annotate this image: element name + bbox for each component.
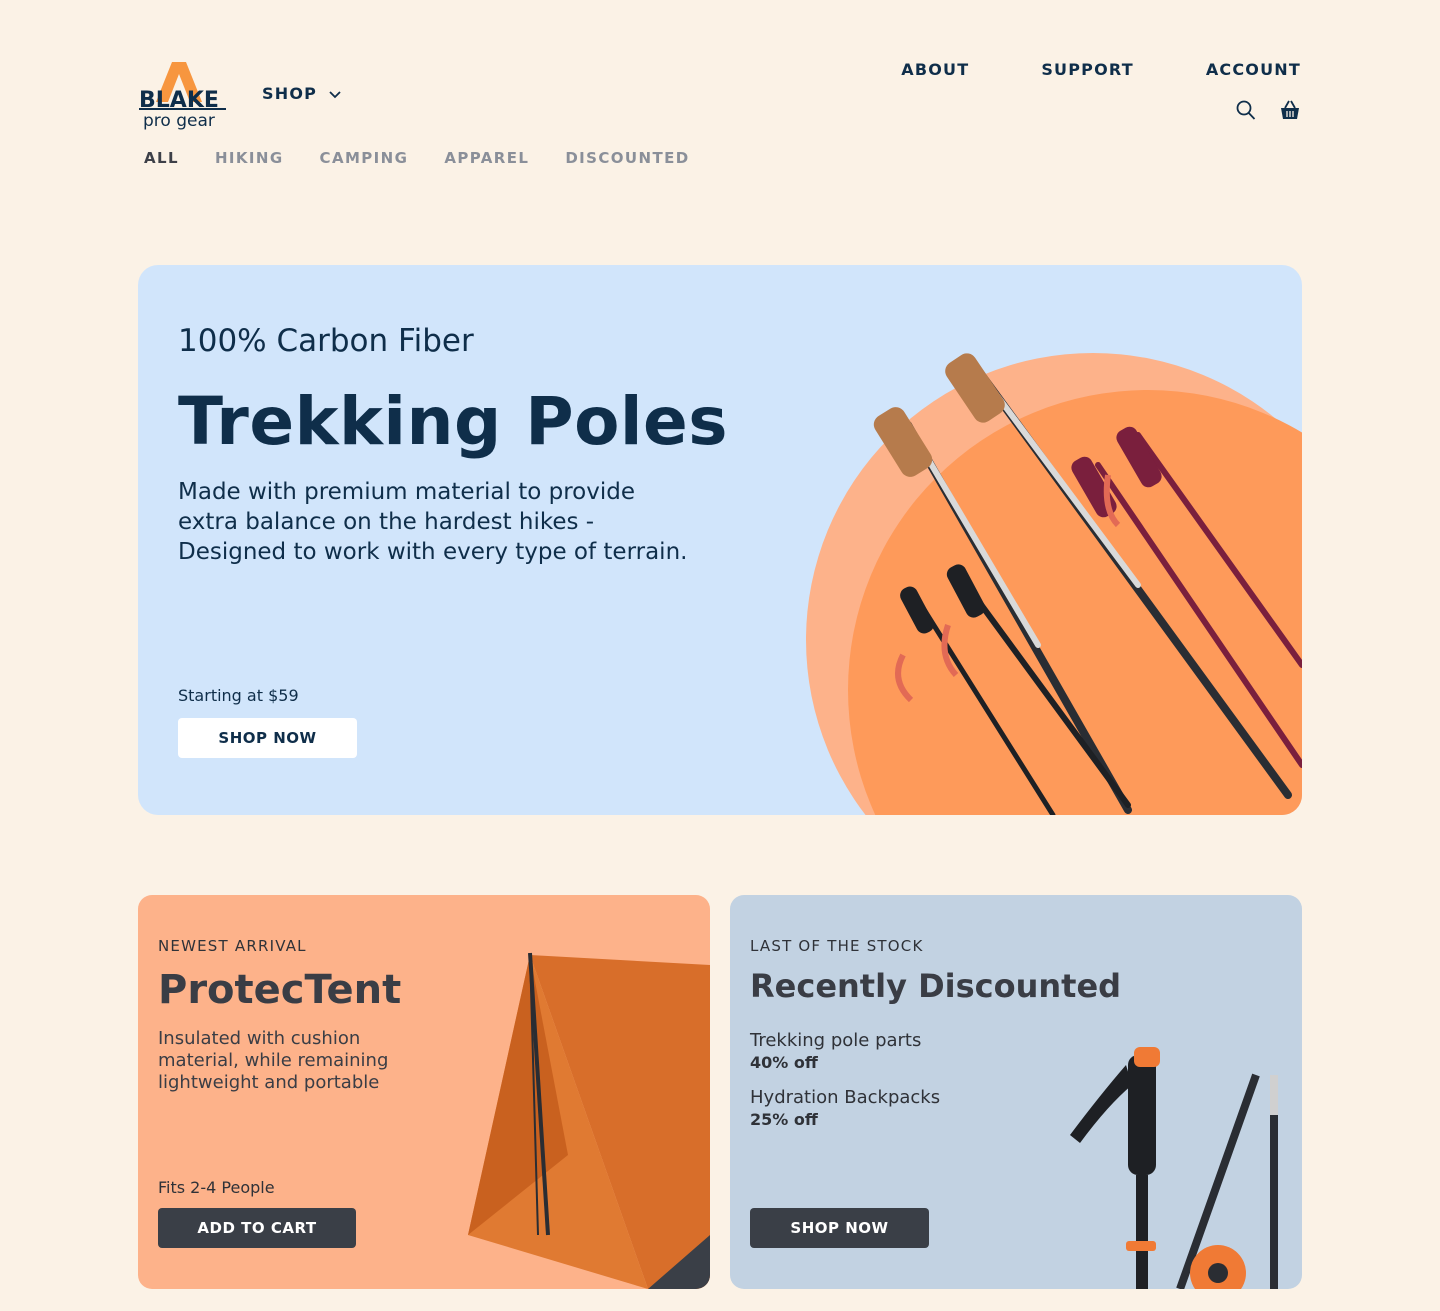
product-description: Insulated with cushion material, while r…	[158, 1028, 389, 1093]
deal-item[interactable]: Trekking pole parts 40% off	[750, 1030, 921, 1072]
brand-logo[interactable]: BLAKE pro gear	[138, 60, 230, 132]
capacity-note: Fits 2-4 People	[158, 1178, 275, 1197]
shop-label: SHOP	[262, 84, 318, 103]
hero-shop-now-button[interactable]: SHOP NOW	[178, 718, 357, 758]
hero-description: Made with premium material to provide ex…	[178, 479, 688, 565]
product-title: ProtecTent	[158, 967, 402, 1013]
deal-name: Hydration Backpacks	[750, 1087, 941, 1108]
deal-item[interactable]: Hydration Backpacks 25% off	[750, 1087, 940, 1129]
pole-parts-image	[1070, 1047, 1278, 1289]
tent-image	[468, 952, 710, 1289]
deal-discount: 40% off	[750, 1053, 818, 1072]
nav-about[interactable]: ABOUT	[901, 60, 969, 79]
hero-title: Trekking Poles	[178, 383, 729, 460]
header-icons	[1236, 99, 1300, 121]
category-hiking[interactable]: HIKING	[215, 149, 284, 167]
category-navigation: ALL HIKING CAMPING APPAREL DISCOUNTED	[144, 149, 690, 167]
chevron-down-icon	[329, 84, 341, 103]
newest-arrival-card: NEWEST ARRIVAL ProtecTent Insulated with…	[138, 895, 710, 1289]
brand-tagline: pro gear	[143, 111, 215, 131]
hero-price-note: Starting at $59	[178, 686, 299, 705]
category-all[interactable]: ALL	[144, 149, 179, 167]
recently-discounted-card: LAST OF THE STOCK Recently Discounted Tr…	[730, 895, 1302, 1289]
deal-discount: 25% off	[750, 1110, 818, 1129]
top-navigation: ABOUT SUPPORT ACCOUNT	[901, 60, 1301, 79]
discount-shop-now-button[interactable]: SHOP NOW	[750, 1208, 929, 1248]
nav-account[interactable]: ACCOUNT	[1206, 60, 1301, 79]
hero-banner: 100% Carbon Fiber Trekking Poles Made wi…	[138, 265, 1302, 815]
shop-dropdown[interactable]: SHOP	[262, 84, 341, 103]
section-title: Recently Discounted	[750, 967, 1122, 1005]
cart-basket-icon[interactable]	[1280, 99, 1300, 121]
card-kicker: NEWEST ARRIVAL	[158, 937, 307, 955]
search-icon[interactable]	[1236, 99, 1256, 121]
deal-name: Trekking pole parts	[750, 1030, 922, 1051]
category-camping[interactable]: CAMPING	[320, 149, 409, 167]
nav-support[interactable]: SUPPORT	[1041, 60, 1134, 79]
card-kicker: LAST OF THE STOCK	[750, 937, 924, 955]
add-to-cart-button[interactable]: ADD TO CART	[158, 1208, 356, 1248]
hero-eyebrow: 100% Carbon Fiber	[178, 323, 474, 359]
trekking-poles-image	[806, 353, 1302, 815]
category-apparel[interactable]: APPAREL	[444, 149, 529, 167]
category-discounted[interactable]: DISCOUNTED	[565, 149, 689, 167]
